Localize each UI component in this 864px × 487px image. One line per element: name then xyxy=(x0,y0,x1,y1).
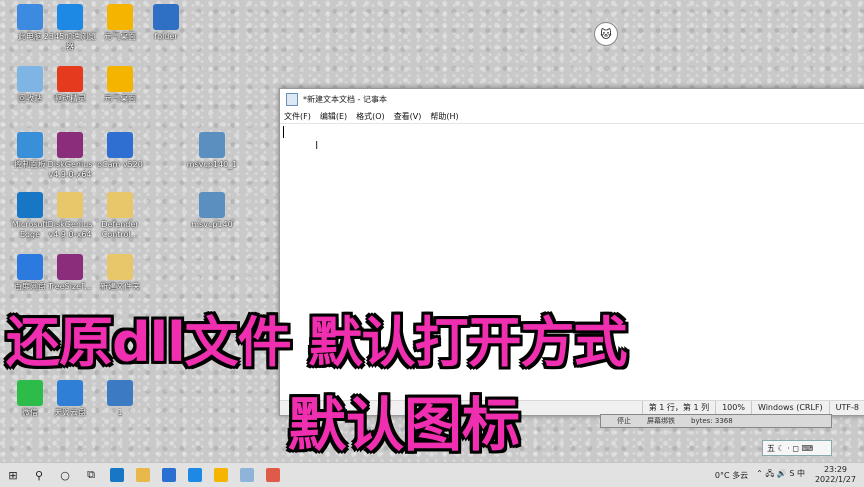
status-encoding: UTF-8 xyxy=(828,401,864,415)
system-tray: 0°C 多云 ⌃ 🖧 🔊 S 中 23:29 2022/1/27 xyxy=(711,463,864,487)
start-button[interactable]: ⊞ xyxy=(0,463,26,487)
notepad-icon xyxy=(286,92,298,106)
desktop-shortcut-label: 驱动精灵 xyxy=(54,94,86,103)
control-panel-icon xyxy=(17,132,43,158)
background-window-status: 停止 屏幕绑铁 bytes: 3368 xyxy=(600,414,832,428)
caption-line-2: 默认图标 xyxy=(288,391,521,459)
taskbar: ⊞ ⚲ ○ ⧉ 0°C 多云 ⌃ 🖧 🔊 S 中 23:29 2022/1/27 xyxy=(0,462,864,487)
desktop-shortcut-label: 新建文件夹 xyxy=(100,282,140,291)
winrar-icon xyxy=(57,254,83,280)
dll-file-icon xyxy=(199,132,225,158)
screen-recorder-icon xyxy=(266,468,280,482)
desktop-shortcut[interactable]: msvcp140 xyxy=(184,192,240,230)
bg-status-item: 停止 xyxy=(617,417,631,425)
desktop-shortcut-label: msvcp140 xyxy=(191,220,233,229)
clock-date: 2022/1/27 xyxy=(814,475,856,484)
taskbar-app[interactable] xyxy=(130,463,156,487)
status-position: 第 1 行，第 1 列 xyxy=(641,401,715,415)
dll-file-icon xyxy=(199,192,225,218)
desktop-shortcut[interactable]: msvcp140_1 xyxy=(184,132,240,170)
desktop-shortcut-label: 2345加速浏览器 xyxy=(43,32,97,51)
text-caret xyxy=(283,126,284,138)
menu-edit[interactable]: 编辑(E) xyxy=(320,111,347,122)
recycle-bin-icon xyxy=(17,66,43,92)
taskbar-app[interactable] xyxy=(260,463,286,487)
wechat-icon xyxy=(17,380,43,406)
ibeam-cursor-icon: I xyxy=(315,139,319,152)
notepad-titlebar[interactable]: *新建文本文档 - 记事本 xyxy=(280,89,864,109)
desktop-shortcut-label: Defender Control... xyxy=(101,220,139,239)
cloud-icon xyxy=(17,254,43,280)
clock[interactable]: 23:29 2022/1/27 xyxy=(815,465,856,485)
menu-bar: 文件(F) 编辑(E) 格式(O) 查看(V) 帮助(H) xyxy=(280,109,864,123)
tray-icons[interactable]: ⌃ 🖧 🔊 S 中 xyxy=(756,468,805,482)
desktop-shortcut[interactable]: 天翼云盘 xyxy=(42,380,98,418)
desktop-shortcut[interactable]: oCam v520 xyxy=(92,132,148,170)
yuanqi-icon xyxy=(107,4,133,30)
driver-genius-icon xyxy=(57,66,83,92)
status-line-ending: Windows (CRLF) xyxy=(750,401,829,415)
winrar-icon xyxy=(57,132,83,158)
folder-icon xyxy=(107,254,133,280)
window-title: *新建文本文档 - 记事本 xyxy=(303,94,387,104)
menu-file[interactable]: 文件(F) xyxy=(284,111,311,122)
file-explorer-icon xyxy=(136,468,150,482)
notepad-icon xyxy=(240,468,254,482)
folder-icon xyxy=(107,192,133,218)
weather-widget[interactable]: 0°C 多云 xyxy=(715,470,748,481)
ime-toolbar[interactable]: 五 ☾ · ◻ ⌨ xyxy=(762,440,832,456)
desktop-shortcut[interactable]: 驱动精灵 xyxy=(42,66,98,104)
taskbar-app[interactable] xyxy=(234,463,260,487)
desktop-shortcut-label: DiskGenius v4.9.0-x64 xyxy=(47,220,93,239)
taskbar-app[interactable] xyxy=(208,463,234,487)
menu-view[interactable]: 查看(V) xyxy=(394,111,422,122)
desktop-shortcut-label: TreeSizeF... xyxy=(47,282,93,291)
desktop-shortcut-label: oCam v520 xyxy=(97,160,143,169)
desktop-shortcut[interactable]: folder xyxy=(138,4,194,42)
menu-format[interactable]: 格式(O) xyxy=(356,111,385,122)
edge-icon xyxy=(17,192,43,218)
desktop-shortcut-label: DiskGenius v4.9.0-x64 xyxy=(47,160,93,179)
bg-status-item: bytes: 3368 xyxy=(691,417,733,425)
cat-widget-icon[interactable]: 🐱 xyxy=(594,22,618,46)
computer-icon xyxy=(17,4,43,30)
folder-icon xyxy=(57,192,83,218)
edge-icon xyxy=(110,468,124,482)
desktop-shortcut[interactable]: 新建文件夹 xyxy=(92,254,148,292)
yuanqi-icon xyxy=(107,66,133,92)
desktop-shortcut-label: msvcp140_1 xyxy=(186,160,238,169)
bg-status-item: 屏幕绑铁 xyxy=(647,417,675,425)
ie-browser-icon xyxy=(57,4,83,30)
desktop-shortcut-label: folder xyxy=(154,32,178,41)
search-icon[interactable]: ⚲ xyxy=(26,463,52,487)
desktop-shortcut[interactable]: 2345加速浏览器 xyxy=(42,4,98,52)
ie-browser-icon xyxy=(188,468,202,482)
desktop-shortcut-label: 元气桌面 xyxy=(104,94,136,103)
desktop-shortcut[interactable]: Defender Control... xyxy=(92,192,148,240)
desktop-shortcut-label: 天翼云盘 xyxy=(54,408,86,417)
ocam-icon xyxy=(107,132,133,158)
taskbar-app[interactable] xyxy=(104,463,130,487)
desktop-shortcut[interactable]: DiskGenius v4.9.0-x64 xyxy=(42,132,98,180)
ime-label: 五 ☾ · ◻ ⌨ xyxy=(767,443,814,453)
desktop-shortcut[interactable]: DiskGenius v4.9.0-x64 xyxy=(42,192,98,240)
taskbar-app[interactable] xyxy=(182,463,208,487)
setup-icon xyxy=(107,380,133,406)
folder-app-icon xyxy=(153,4,179,30)
cortana-icon[interactable]: ○ xyxy=(52,463,78,487)
desktop-shortcut-label: 1 xyxy=(117,408,123,417)
mail-icon xyxy=(162,468,176,482)
yuanqi-icon xyxy=(214,468,228,482)
menu-help[interactable]: 帮助(H) xyxy=(430,111,458,122)
desktop-shortcut[interactable]: 元气桌面 xyxy=(92,66,148,104)
desktop-shortcut[interactable]: 1 xyxy=(92,380,148,418)
task-view-icon[interactable]: ⧉ xyxy=(78,463,104,487)
desktop-shortcut[interactable]: TreeSizeF... xyxy=(42,254,98,292)
caption-line-1: 还原dll文件 默认打开方式 xyxy=(6,311,627,374)
tianyi-icon xyxy=(57,380,83,406)
taskbar-app[interactable] xyxy=(156,463,182,487)
clock-time: 23:29 xyxy=(823,465,848,474)
status-zoom: 100% xyxy=(715,401,751,415)
